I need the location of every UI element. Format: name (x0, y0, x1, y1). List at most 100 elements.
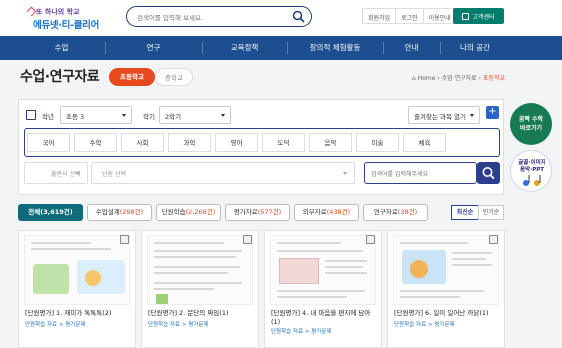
unit-select[interactable]: 단원 선택 (91, 162, 355, 184)
tab-elementary[interactable]: 초등학교 (109, 68, 155, 86)
thumb-text-line (277, 242, 341, 244)
tab-research[interactable]: 연구자료(38건) (363, 204, 428, 221)
util-links: 회원가입 로그인 이용안내 (362, 8, 457, 24)
keyword-search-button[interactable] (477, 162, 500, 184)
thumb-text-line (31, 248, 111, 250)
global-search-bar[interactable]: 검색어를 입력해 보세요. (126, 6, 312, 27)
global-search-placeholder: 검색어를 입력해 보세요. (137, 14, 203, 22)
resource-card[interactable]: [단원평가] 2. 문단의 짜임(1) 단원학습 자료 > 평가문제 (141, 230, 259, 348)
subject-art[interactable]: 미술 (356, 133, 399, 152)
card-thumbnail (393, 235, 499, 305)
add-favorite-button[interactable]: + (486, 106, 499, 119)
subject-ethics[interactable]: 도덕 (262, 133, 305, 152)
thumb-text-line (277, 290, 365, 292)
bookmark-icon[interactable] (366, 235, 375, 244)
home-icon: ⌂ (411, 75, 416, 82)
favorite-subjects-select[interactable]: 즐겨찾는 과목 열기 (408, 106, 480, 124)
tab-external-count: (438건) (326, 208, 351, 216)
thumb-text-line (325, 260, 367, 262)
card-category: 단원학습 자료 > 평가문제 (394, 322, 455, 328)
math-shortcut-line2: 바로가기 (519, 125, 543, 132)
tab-assessment[interactable]: 평가자료(577건) (225, 204, 290, 221)
thumb-illustration (85, 270, 101, 286)
thumb-text-line (154, 242, 224, 244)
thumb-text-line (154, 256, 236, 258)
site-logo[interactable]: 또 하나의 학교 에듀넷·티-클리어 (26, 6, 100, 31)
breadcrumb-home[interactable]: Home (418, 75, 436, 82)
chevron-down-icon (76, 172, 80, 175)
thumb-text-line (277, 250, 363, 252)
subject-korean[interactable]: 국어 (27, 133, 70, 152)
keyword-search-input[interactable]: 검색어를 입력해주세요 (364, 162, 477, 184)
subject-math[interactable]: 수학 (74, 133, 117, 152)
nav-item-creative[interactable]: 창의적 체험활동 (287, 36, 383, 60)
breadcrumb: ⌂ Home › 수업·연구자료 › 초등학교 (412, 73, 505, 82)
nav-item-policy[interactable]: 교육정책 (202, 36, 287, 60)
term-value: 2학기 (165, 113, 182, 121)
subject-english[interactable]: 영어 (215, 133, 258, 152)
thumb-text-line (325, 266, 363, 268)
subject-pe[interactable]: 체육 (403, 133, 446, 152)
search-icon[interactable] (292, 10, 305, 23)
bookmark-icon[interactable] (243, 235, 252, 244)
signup-link[interactable]: 회원가입 (362, 8, 396, 24)
tab-external[interactable]: 외부자료(438건) (294, 204, 359, 221)
nav-item-class[interactable]: 수업 (18, 36, 105, 60)
tab-middle-school[interactable]: 중학교 (155, 68, 193, 86)
sort-popular[interactable]: 인기순 (478, 205, 504, 220)
card-thumbnail (24, 235, 130, 305)
thumb-text-line (277, 296, 347, 298)
tab-all[interactable]: 전체(3,619건) (18, 204, 83, 221)
main-nav: 수업 연구 교육정책 창의적 체험활동 안내 나의 공간 (0, 36, 562, 60)
term-select[interactable]: 2학기 (159, 106, 231, 124)
thumb-text-line (452, 252, 492, 254)
tab-all-count: (3,619건) (40, 208, 73, 216)
login-link[interactable]: 로그인 (395, 8, 423, 24)
resource-card[interactable]: [단원평가] 4. 내 마음을 편지에 담아(1) 단원학습 자료 > 평가문제 (264, 230, 382, 348)
sort-latest[interactable]: 최신순 (451, 205, 479, 220)
music-note-icon (523, 175, 541, 186)
card-title: [단원평가] 4. 내 마음을 편지에 담아(1) (271, 309, 371, 326)
tab-assessment-count: (577건) (257, 208, 282, 216)
tab-assessment-label: 평가자료 (233, 208, 258, 216)
resources-shortcut-button[interactable]: 글꼴·이미지 음악·PPT (510, 150, 552, 192)
tab-external-label: 외부자료 (302, 208, 327, 216)
nav-item-research[interactable]: 연구 (105, 36, 202, 60)
grade-select[interactable]: 초등 3 (60, 106, 132, 124)
guide-link[interactable]: 이용안내 (422, 8, 457, 24)
thumb-text-line (154, 266, 240, 268)
nav-item-myspace[interactable]: 나의 공간 (440, 36, 510, 60)
breadcrumb-mid[interactable]: 수업·연구자료 (442, 75, 477, 82)
page: 또 하나의 학교 에듀넷·티-클리어 검색어를 입력해 보세요. 회원가입 로그… (0, 0, 562, 348)
favorite-subjects-label: 즐겨찾는 과목 열기 (414, 113, 466, 121)
publisher-select[interactable]: 출판사 선택 (24, 162, 88, 184)
card-category: 단원학습 자료 > 평가문제 (25, 322, 86, 328)
subject-music[interactable]: 음악 (309, 133, 352, 152)
card-title: [단원평가] 1. 재미가 톡톡톡(2) (25, 309, 112, 317)
tab-unit-study[interactable]: 단원학습(2,268건) (156, 204, 221, 221)
tab-lesson-design[interactable]: 수업설계(298건) (87, 204, 152, 221)
bookmark-icon[interactable] (489, 235, 498, 244)
thumb-text-line (154, 272, 228, 274)
thumb-illustration (33, 264, 69, 294)
bookmark-icon[interactable] (120, 235, 129, 244)
tab-all-label: 전체 (28, 208, 41, 216)
thumb-illustration (156, 294, 168, 304)
nav-item-info[interactable]: 안내 (383, 36, 440, 60)
subject-social[interactable]: 사회 (121, 133, 164, 152)
thumb-text-line (400, 296, 460, 298)
customer-center-button[interactable]: 고객센터 (453, 8, 504, 24)
thumb-text-line (452, 264, 492, 266)
page-title: 수업·연구자료 (20, 69, 100, 85)
tab-research-label: 연구자료 (373, 208, 398, 216)
card-thumbnail (270, 235, 376, 305)
tab-lesson-design-label: 수업설계 (95, 208, 120, 216)
customer-center-label: 고객센터 (472, 13, 495, 21)
resource-card[interactable]: [단원평가] 6. 일이 일어난 까닭(1) 단원학습 자료 > 평가문제 (387, 230, 505, 348)
book-icon (26, 110, 36, 120)
subject-science[interactable]: 과학 (168, 133, 211, 152)
logo-house-icon (26, 6, 37, 17)
math-shortcut-button[interactable]: 꿈짝 수학 바로가기 (510, 103, 552, 145)
resource-card[interactable]: [단원평가] 1. 재미가 톡톡톡(2) 단원학습 자료 > 평가문제 (18, 230, 136, 348)
logo-wordmark: 에듀넷·티-클리어 (33, 20, 100, 31)
